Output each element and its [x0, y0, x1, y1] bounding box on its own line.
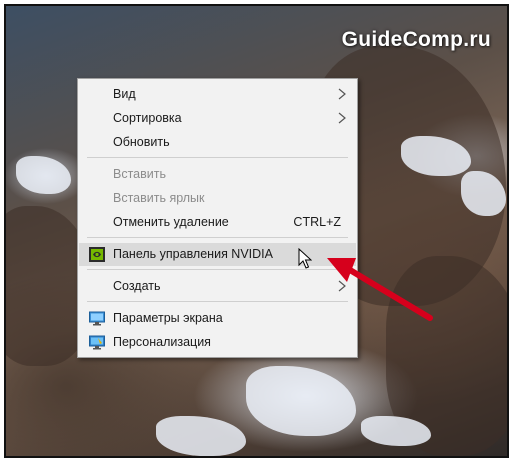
menu-item-paste-shortcut[interactable]: Вставить ярлык	[79, 187, 356, 210]
menu-item-nvidia-label: Панель управления NVIDIA	[113, 247, 273, 261]
menu-item-undo-delete-shortcut: CTRL+Z	[293, 215, 341, 229]
menu-item-view-label: Вид	[113, 87, 136, 101]
site-watermark: GuideComp.ru	[341, 28, 491, 51]
desktop-context-menu: Вид Сортировка Обновить Вставить Вставит…	[77, 78, 358, 358]
chevron-right-icon	[338, 88, 346, 100]
menu-item-refresh-label: Обновить	[113, 135, 170, 149]
menu-item-undo-delete-label: Отменить удаление	[113, 215, 229, 229]
menu-item-paste[interactable]: Вставить	[79, 163, 356, 186]
menu-item-display-settings-label: Параметры экрана	[113, 311, 223, 325]
mouse-cursor-icon	[298, 248, 312, 269]
menu-item-display-settings[interactable]: Параметры экрана	[79, 307, 356, 330]
menu-item-refresh[interactable]: Обновить	[79, 131, 356, 154]
menu-item-paste-label: Вставить	[113, 167, 166, 181]
menu-item-sort-label: Сортировка	[113, 111, 182, 125]
menu-item-new[interactable]: Создать	[79, 275, 356, 298]
menu-separator	[87, 301, 348, 302]
menu-separator	[87, 157, 348, 158]
menu-item-new-label: Создать	[113, 279, 161, 293]
menu-separator	[87, 237, 348, 238]
menu-item-sort[interactable]: Сортировка	[79, 107, 356, 130]
chevron-right-icon	[338, 280, 346, 292]
menu-item-paste-shortcut-label: Вставить ярлык	[113, 191, 205, 205]
menu-item-undo-delete[interactable]: Отменить удаление CTRL+Z	[79, 211, 356, 234]
display-settings-icon	[89, 311, 105, 326]
menu-item-personalization[interactable]: Персонализация	[79, 331, 356, 354]
personalization-icon	[89, 335, 105, 350]
nvidia-icon	[89, 247, 105, 262]
menu-item-view[interactable]: Вид	[79, 83, 356, 106]
menu-item-nvidia-control-panel[interactable]: Панель управления NVIDIA	[79, 243, 356, 266]
menu-item-personalization-label: Персонализация	[113, 335, 211, 349]
chevron-right-icon	[338, 112, 346, 124]
